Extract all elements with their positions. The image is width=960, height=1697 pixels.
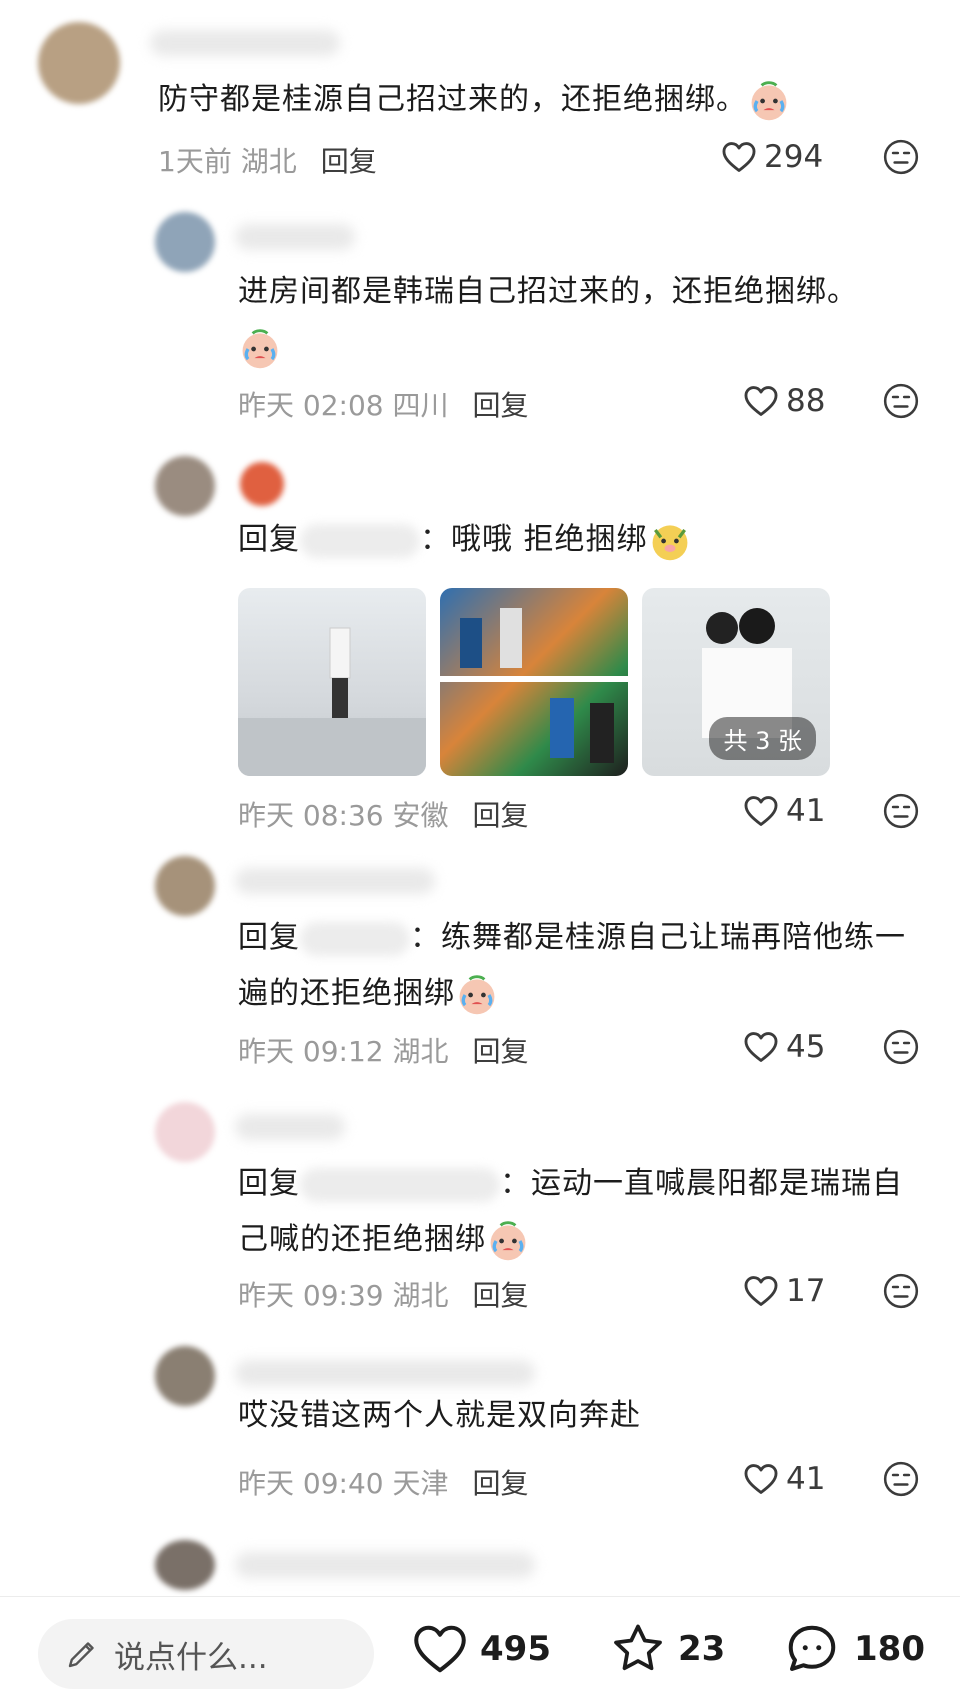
avatar[interactable] [155, 1540, 215, 1590]
crying-emoji [486, 1219, 530, 1263]
comment-text: 回复 ：练舞都是桂源自己让瑞再陪他练一遍的还拒绝捆绑 [238, 910, 928, 1022]
mentioned-user[interactable] [300, 921, 410, 956]
image-count-badge: 共 3 张 [709, 717, 816, 760]
reply-item: 进房间都是韩瑞自己招过来的，还拒绝捆绑。 昨天 02:08 四川 回复 88 [0, 200, 960, 435]
like-count: 41 [786, 1461, 826, 1497]
input-placeholder: 说点什么... [114, 1639, 268, 1676]
emoji-icon[interactable] [882, 1028, 920, 1066]
reply-button[interactable]: 回复 [473, 1467, 529, 1500]
heart-icon [742, 382, 780, 420]
image-content [238, 627, 426, 776]
reply-item [0, 1534, 960, 1594]
comment-meta: 昨天 08:36 安徽 回复 [238, 799, 529, 832]
heart-icon [720, 138, 758, 176]
heart-icon [742, 1272, 780, 1310]
comment-image[interactable]: 共 3 张 [642, 588, 830, 776]
reply-button[interactable]: 回复 [473, 1279, 529, 1312]
comment-image[interactable] [440, 588, 628, 776]
reply-item: 回复 ：运动一直喊晨阳都是瑞瑞自己喊的还拒绝捆绑 昨天 09:39 湖北 回复 17 [0, 1094, 960, 1324]
emoji-icon[interactable] [882, 1272, 920, 1310]
heart-icon [742, 792, 780, 830]
dog-emoji [648, 519, 692, 563]
reply-item: 回复 ：练舞都是桂源自己让瑞再陪他练一遍的还拒绝捆绑 昨天 09:12 湖北 回复 … [0, 848, 960, 1078]
comment-image[interactable] [238, 588, 426, 776]
like-button[interactable]: 45 [742, 1028, 825, 1066]
like-button[interactable]: 41 [742, 792, 825, 830]
username[interactable] [235, 1360, 535, 1386]
heart-icon [742, 1028, 780, 1066]
avatar [240, 462, 284, 506]
comment-meta: 昨天 02:08 四川 回复 [238, 389, 529, 422]
reply-button[interactable]: 回复 [321, 145, 377, 178]
comment-item: 防守都是桂源自己招过来的，还拒绝捆绑。 1天前 湖北 回复 294 [0, 0, 960, 190]
like-post-button[interactable]: 495 [410, 1619, 551, 1679]
comment-meta: 昨天 09:39 湖北 回复 [238, 1279, 529, 1312]
username[interactable] [235, 1552, 535, 1578]
reply-button[interactable]: 回复 [473, 1035, 529, 1068]
like-count: 41 [786, 793, 826, 829]
comment-text: 哎没错这两个人就是双向奔赴 [238, 1398, 641, 1433]
comment-text: 防守都是桂源自己招过来的，还拒绝捆绑。 [158, 72, 918, 128]
like-button[interactable]: 294 [720, 138, 823, 176]
like-button[interactable]: 41 [742, 1460, 825, 1498]
crying-emoji [455, 973, 499, 1017]
username[interactable] [150, 30, 340, 56]
avatar[interactable] [38, 22, 120, 104]
like-count: 88 [786, 383, 826, 419]
reply-item: 哎没错这两个人就是双向奔赴 昨天 09:40 天津 回复 41 [0, 1340, 960, 1520]
like-count: 294 [764, 139, 824, 175]
comment-button[interactable]: 180 [780, 1619, 925, 1679]
pencil-icon [68, 1642, 94, 1668]
comment-meta: 昨天 09:40 天津 回复 [238, 1467, 529, 1500]
avatar[interactable] [155, 212, 215, 272]
star-icon [614, 1624, 662, 1671]
crying-emoji [747, 79, 791, 123]
avatar[interactable] [155, 1102, 215, 1162]
heart-icon [414, 1625, 466, 1673]
bottom-action-bar: 说点什么... 495 23 180 [0, 1596, 960, 1697]
comment-input[interactable]: 说点什么... [38, 1619, 374, 1689]
like-button[interactable]: 17 [742, 1272, 825, 1310]
comment-text: 进房间都是韩瑞自己招过来的，还拒绝捆绑。 [238, 264, 918, 376]
like-count: 495 [480, 1629, 551, 1669]
comment-meta: 1天前 湖北 回复 [158, 145, 377, 178]
username[interactable] [235, 1114, 345, 1140]
reply-button[interactable]: 回复 [473, 799, 529, 832]
comment-meta: 昨天 09:12 湖北 回复 [238, 1035, 529, 1068]
comment-text: 回复 ：运动一直喊晨阳都是瑞瑞自己喊的还拒绝捆绑 [238, 1156, 928, 1268]
image-content [440, 608, 628, 763]
username[interactable] [235, 224, 355, 250]
favorite-count: 23 [678, 1629, 726, 1669]
mentioned-user[interactable] [300, 1167, 500, 1202]
like-count: 17 [786, 1273, 826, 1309]
like-count: 45 [786, 1029, 826, 1065]
username[interactable] [235, 868, 435, 894]
emoji-icon[interactable] [882, 1460, 920, 1498]
comment-count: 180 [854, 1629, 925, 1669]
emoji-icon[interactable] [882, 382, 920, 420]
favorite-button[interactable]: 23 [608, 1619, 725, 1679]
reply-button[interactable]: 回复 [473, 389, 529, 422]
avatar[interactable] [155, 856, 215, 916]
emoji-icon[interactable] [882, 138, 920, 176]
avatar[interactable] [155, 1346, 215, 1406]
heart-icon [742, 1460, 780, 1498]
crying-emoji [238, 327, 282, 371]
comment-bubble-icon [788, 1625, 836, 1671]
emoji-icon[interactable] [882, 792, 920, 830]
mentioned-user[interactable] [300, 523, 420, 558]
like-button[interactable]: 88 [742, 382, 825, 420]
avatar[interactable] [155, 456, 215, 516]
comment-text: 回复 ：哦哦 拒绝捆绑 [238, 512, 918, 568]
reply-item: 回复 ：哦哦 拒绝捆绑 共 3 张 昨天 08:36 安徽 回复 41 [0, 448, 960, 838]
